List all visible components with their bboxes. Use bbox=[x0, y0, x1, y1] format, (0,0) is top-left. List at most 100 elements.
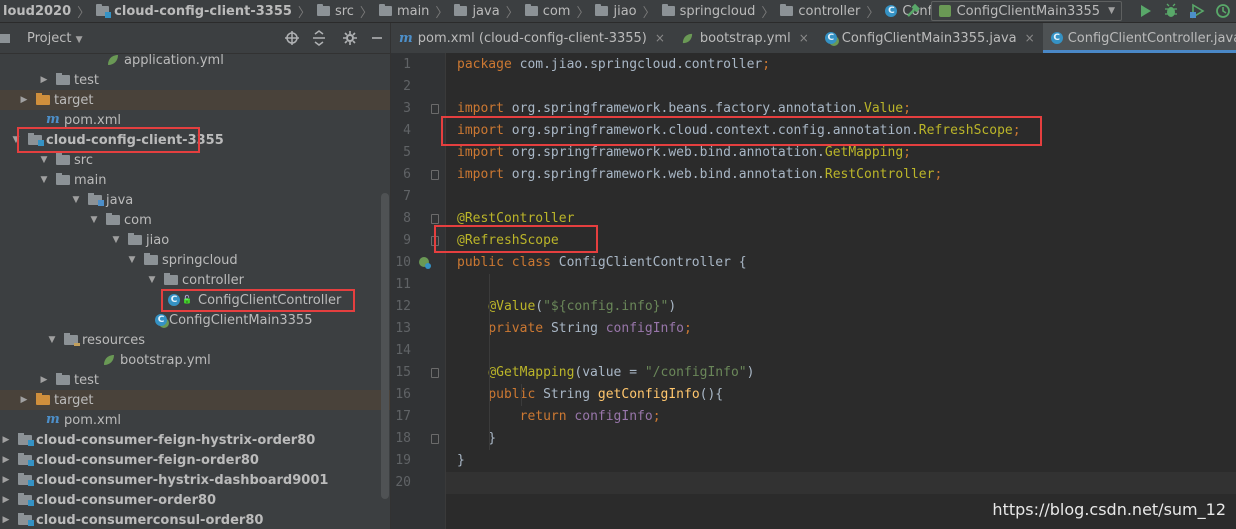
chevron-right-icon[interactable]: ▶ bbox=[0, 495, 12, 505]
tree-item[interactable]: ▶ test bbox=[0, 70, 390, 90]
tree-item[interactable]: ▶mpom.xml bbox=[0, 410, 390, 430]
tree-item[interactable]: ▼ resources bbox=[0, 330, 390, 350]
fold-marker-icon[interactable] bbox=[431, 434, 439, 444]
fold-marker-icon[interactable] bbox=[431, 170, 439, 180]
code-line: import org.springframework.beans.factory… bbox=[446, 98, 1236, 120]
editor-tab[interactable]: CConfigClientController.java× bbox=[1042, 23, 1236, 53]
tree-item[interactable]: ▼ controller bbox=[0, 270, 390, 290]
watermark: https://blog.csdn.net/sum_12 bbox=[992, 500, 1226, 519]
chevron-right-icon[interactable]: ▶ bbox=[0, 515, 12, 525]
editor-tab[interactable]: C ConfigClientMain3355.java × bbox=[817, 23, 1043, 53]
tree-item-label: target bbox=[54, 92, 94, 108]
chevron-down-icon[interactable]: ▼ bbox=[110, 235, 122, 245]
chevron-right-icon[interactable]: ▶ bbox=[18, 95, 30, 105]
chevron-down-icon[interactable]: ▼ bbox=[146, 275, 158, 285]
fold-marker-icon[interactable] bbox=[431, 214, 439, 224]
editor-tab[interactable]: bootstrap.yml × bbox=[673, 23, 817, 53]
line-number: 13 bbox=[395, 321, 411, 336]
tree-item-label: cloud-consumer-feign-order80 bbox=[36, 452, 259, 468]
spring-bean-gutter-icon[interactable] bbox=[418, 256, 432, 274]
spring-boot-class-icon: C bbox=[824, 32, 837, 44]
tree-item-label: test bbox=[74, 372, 99, 388]
chevron-down-icon[interactable]: ▼ bbox=[88, 215, 100, 225]
chevron-right-icon[interactable]: ▶ bbox=[18, 395, 30, 405]
breadcrumb-item[interactable]: java bbox=[451, 0, 502, 22]
navigation-bar: loud2020 〉 cloud-config-client-3355 〉 src 〉 ma… bbox=[0, 0, 1236, 23]
code-token: package bbox=[457, 57, 520, 72]
minimize-icon[interactable] bbox=[369, 30, 385, 46]
chevron-right-icon[interactable]: ▶ bbox=[0, 455, 12, 465]
chevron-right-icon[interactable]: ▶ bbox=[38, 375, 50, 385]
tree-item[interactable]: ▶bootstrap.yml bbox=[0, 350, 390, 370]
hammer-icon[interactable] bbox=[905, 3, 921, 19]
breadcrumb-item[interactable]: controller bbox=[777, 0, 863, 22]
spring-leaf-icon bbox=[102, 353, 116, 367]
tree-item[interactable]: ▶ cloud-consumerconsul-order80 bbox=[0, 510, 390, 529]
tree-item[interactable]: ▼ com bbox=[0, 210, 390, 230]
tree-item[interactable]: ▼ springcloud bbox=[0, 250, 390, 270]
settings-icon[interactable] bbox=[342, 30, 358, 46]
chevron-down-icon[interactable]: ▼ bbox=[46, 335, 58, 345]
run-icon[interactable] bbox=[1137, 3, 1153, 19]
tree-item[interactable]: ▶ test bbox=[0, 370, 390, 390]
code-editor[interactable]: package com.jiao.springcloud.controller;… bbox=[446, 53, 1236, 529]
line-number: 14 bbox=[395, 343, 411, 358]
tree-item[interactable]: ▶C🔓ConfigClientController bbox=[0, 290, 390, 310]
debug-icon[interactable] bbox=[1163, 3, 1179, 19]
tree-item[interactable]: ▶ cloud-consumer-order80 bbox=[0, 490, 390, 510]
chevron-down-icon[interactable]: ▼ bbox=[10, 135, 22, 145]
chevron-right-icon[interactable]: ▶ bbox=[0, 435, 12, 445]
tree-item-label: jiao bbox=[146, 232, 170, 248]
breadcrumb-item[interactable]: springcloud bbox=[659, 0, 759, 22]
close-icon[interactable]: × bbox=[655, 31, 665, 45]
breadcrumb-item[interactable]: main bbox=[376, 0, 432, 22]
tree-item[interactable]: ▶ target bbox=[0, 390, 390, 410]
tree-item[interactable]: ▶ cloud-consumer-hystrix-dashboard9001 bbox=[0, 470, 390, 490]
breadcrumb-item[interactable]: loud2020 bbox=[0, 0, 74, 22]
breadcrumb-item[interactable]: jiao bbox=[592, 0, 639, 22]
chevron-down-icon[interactable]: ▼ bbox=[38, 155, 50, 165]
breadcrumb-item[interactable]: com bbox=[522, 0, 574, 22]
tree-scrollbar[interactable] bbox=[381, 193, 389, 499]
coverage-icon[interactable] bbox=[1189, 3, 1205, 19]
tree-item[interactable]: ▶mpom.xml bbox=[0, 110, 390, 130]
breadcrumb-label: main bbox=[396, 3, 430, 19]
editor-tab-label: ConfigClientController.java bbox=[1067, 30, 1236, 46]
chevron-right-icon[interactable]: ▶ bbox=[0, 475, 12, 485]
code-token: } bbox=[457, 431, 497, 446]
chevron-down-icon[interactable]: ▼ bbox=[126, 255, 138, 265]
tree-item[interactable]: ▼ cloud-config-client-3355 bbox=[0, 130, 390, 150]
breadcrumb-separator-icon: 〉 bbox=[505, 5, 519, 21]
close-icon[interactable]: × bbox=[1025, 31, 1035, 45]
line-number: 8 bbox=[403, 211, 411, 226]
target-icon[interactable] bbox=[284, 30, 300, 46]
fold-marker-icon[interactable] bbox=[431, 236, 439, 246]
tree-item-label: com bbox=[124, 212, 152, 228]
tree-item[interactable]: ▼ main bbox=[0, 170, 390, 190]
tree-item[interactable]: ▼ java bbox=[0, 190, 390, 210]
chevron-down-icon[interactable]: ▼ bbox=[38, 175, 50, 185]
breadcrumb-item[interactable]: src bbox=[314, 0, 357, 22]
breadcrumb-item[interactable]: cloud-config-client-3355 bbox=[93, 0, 295, 22]
fold-marker-icon[interactable] bbox=[431, 368, 439, 378]
run-configuration-select[interactable]: ConfigClientMain3355 ▼ bbox=[930, 1, 1122, 21]
code-token: configInfo bbox=[574, 409, 653, 424]
tree-item[interactable]: ▼ jiao bbox=[0, 230, 390, 250]
chevron-down-icon[interactable]: ▼ bbox=[70, 195, 82, 205]
tree-item[interactable]: ▶ cloud-consumer-feign-hystrix-order80 bbox=[0, 430, 390, 450]
collapse-icon[interactable] bbox=[311, 30, 327, 46]
close-icon[interactable]: × bbox=[799, 31, 809, 45]
project-view-selector[interactable]: Project ▼ bbox=[27, 31, 83, 46]
code-token: "/configInfo" bbox=[644, 365, 747, 380]
tree-item[interactable]: ▶ target bbox=[0, 90, 390, 110]
chevron-right-icon[interactable]: ▶ bbox=[38, 75, 50, 85]
editor-tab[interactable]: m pom.xml (cloud-config-client-3355) × bbox=[391, 23, 673, 53]
tree-item[interactable]: ▶application.yml bbox=[0, 53, 390, 70]
tree-item[interactable]: ▶ cloud-consumer-feign-order80 bbox=[0, 450, 390, 470]
tree-item[interactable]: ▶CConfigClientMain3355 bbox=[0, 310, 390, 330]
profile-icon[interactable] bbox=[1215, 3, 1231, 19]
tree-item[interactable]: ▼ src bbox=[0, 150, 390, 170]
fold-marker-icon[interactable] bbox=[431, 104, 439, 114]
